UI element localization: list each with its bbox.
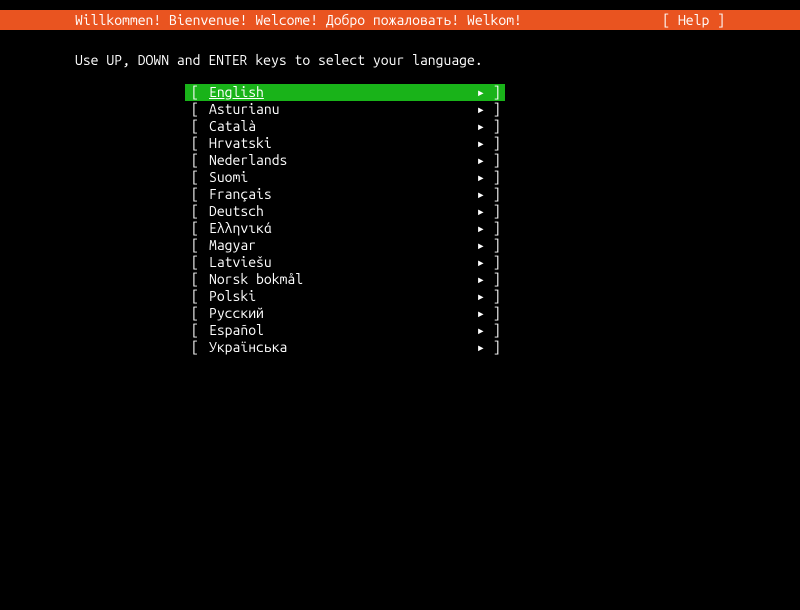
right-bracket: ] bbox=[485, 305, 499, 322]
left-bracket: [ bbox=[191, 220, 209, 237]
submenu-arrow-icon: ▸ bbox=[471, 322, 485, 339]
right-bracket: ] bbox=[485, 84, 499, 101]
language-label: Català bbox=[209, 118, 471, 135]
language-option[interactable]: [ Hrvatski▸ ] bbox=[185, 135, 505, 152]
language-label: Русский bbox=[209, 305, 471, 322]
header-title: Willkommen! Bienvenue! Welcome! Добро по… bbox=[10, 10, 522, 30]
left-bracket: [ bbox=[191, 339, 209, 356]
submenu-arrow-icon: ▸ bbox=[471, 118, 485, 135]
help-button[interactable]: [ Help ] bbox=[662, 10, 790, 30]
right-bracket: ] bbox=[485, 186, 499, 203]
left-bracket: [ bbox=[191, 237, 209, 254]
language-label: Magyar bbox=[209, 237, 471, 254]
left-bracket: [ bbox=[191, 254, 209, 271]
language-option[interactable]: [ Українська▸ ] bbox=[185, 339, 505, 356]
language-label: Français bbox=[209, 186, 471, 203]
right-bracket: ] bbox=[485, 322, 499, 339]
language-label: Suomi bbox=[209, 169, 471, 186]
instruction-text: Use UP, DOWN and ENTER keys to select yo… bbox=[0, 30, 800, 84]
left-bracket: [ bbox=[191, 271, 209, 288]
language-option[interactable]: [ Català▸ ] bbox=[185, 118, 505, 135]
language-option[interactable]: [ Русский▸ ] bbox=[185, 305, 505, 322]
left-bracket: [ bbox=[191, 135, 209, 152]
language-label: Español bbox=[209, 322, 471, 339]
language-option[interactable]: [ Ελληνικά▸ ] bbox=[185, 220, 505, 237]
language-label: Norsk bokmål bbox=[209, 271, 471, 288]
right-bracket: ] bbox=[485, 169, 499, 186]
submenu-arrow-icon: ▸ bbox=[471, 84, 485, 101]
language-label: Hrvatski bbox=[209, 135, 471, 152]
submenu-arrow-icon: ▸ bbox=[471, 203, 485, 220]
submenu-arrow-icon: ▸ bbox=[471, 152, 485, 169]
right-bracket: ] bbox=[485, 220, 499, 237]
submenu-arrow-icon: ▸ bbox=[471, 220, 485, 237]
right-bracket: ] bbox=[485, 339, 499, 356]
right-bracket: ] bbox=[485, 118, 499, 135]
language-option[interactable]: [ Español▸ ] bbox=[185, 322, 505, 339]
language-label: Ελληνικά bbox=[209, 220, 471, 237]
left-bracket: [ bbox=[191, 84, 209, 101]
left-bracket: [ bbox=[191, 186, 209, 203]
header-bar: Willkommen! Bienvenue! Welcome! Добро по… bbox=[0, 10, 800, 30]
left-bracket: [ bbox=[191, 322, 209, 339]
left-bracket: [ bbox=[191, 288, 209, 305]
left-bracket: [ bbox=[191, 101, 209, 118]
submenu-arrow-icon: ▸ bbox=[471, 305, 485, 322]
language-option[interactable]: [ Nederlands▸ ] bbox=[185, 152, 505, 169]
submenu-arrow-icon: ▸ bbox=[471, 169, 485, 186]
right-bracket: ] bbox=[485, 254, 499, 271]
language-label: Asturianu bbox=[209, 101, 471, 118]
language-option[interactable]: [ English▸ ] bbox=[185, 84, 505, 101]
submenu-arrow-icon: ▸ bbox=[471, 288, 485, 305]
language-option[interactable]: [ Polski▸ ] bbox=[185, 288, 505, 305]
language-label: Українська bbox=[209, 339, 471, 356]
left-bracket: [ bbox=[191, 203, 209, 220]
submenu-arrow-icon: ▸ bbox=[471, 101, 485, 118]
submenu-arrow-icon: ▸ bbox=[471, 271, 485, 288]
language-option[interactable]: [ Latviešu▸ ] bbox=[185, 254, 505, 271]
language-label: Deutsch bbox=[209, 203, 471, 220]
language-option[interactable]: [ Norsk bokmål▸ ] bbox=[185, 271, 505, 288]
left-bracket: [ bbox=[191, 305, 209, 322]
language-option[interactable]: [ Asturianu▸ ] bbox=[185, 101, 505, 118]
language-option[interactable]: [ Suomi▸ ] bbox=[185, 169, 505, 186]
submenu-arrow-icon: ▸ bbox=[471, 237, 485, 254]
right-bracket: ] bbox=[485, 288, 499, 305]
right-bracket: ] bbox=[485, 135, 499, 152]
left-bracket: [ bbox=[191, 118, 209, 135]
left-bracket: [ bbox=[191, 152, 209, 169]
submenu-arrow-icon: ▸ bbox=[471, 339, 485, 356]
right-bracket: ] bbox=[485, 152, 499, 169]
language-label: Nederlands bbox=[209, 152, 471, 169]
right-bracket: ] bbox=[485, 271, 499, 288]
language-label: Polski bbox=[209, 288, 471, 305]
language-list[interactable]: [ English▸ ][ Asturianu▸ ][ Català▸ ][ H… bbox=[185, 84, 505, 356]
language-label: English bbox=[209, 84, 471, 101]
language-label: Latviešu bbox=[209, 254, 471, 271]
right-bracket: ] bbox=[485, 101, 499, 118]
right-bracket: ] bbox=[485, 237, 499, 254]
language-option[interactable]: [ Français▸ ] bbox=[185, 186, 505, 203]
submenu-arrow-icon: ▸ bbox=[471, 254, 485, 271]
right-bracket: ] bbox=[485, 203, 499, 220]
language-option[interactable]: [ Deutsch▸ ] bbox=[185, 203, 505, 220]
language-option[interactable]: [ Magyar▸ ] bbox=[185, 237, 505, 254]
submenu-arrow-icon: ▸ bbox=[471, 186, 485, 203]
left-bracket: [ bbox=[191, 169, 209, 186]
submenu-arrow-icon: ▸ bbox=[471, 135, 485, 152]
